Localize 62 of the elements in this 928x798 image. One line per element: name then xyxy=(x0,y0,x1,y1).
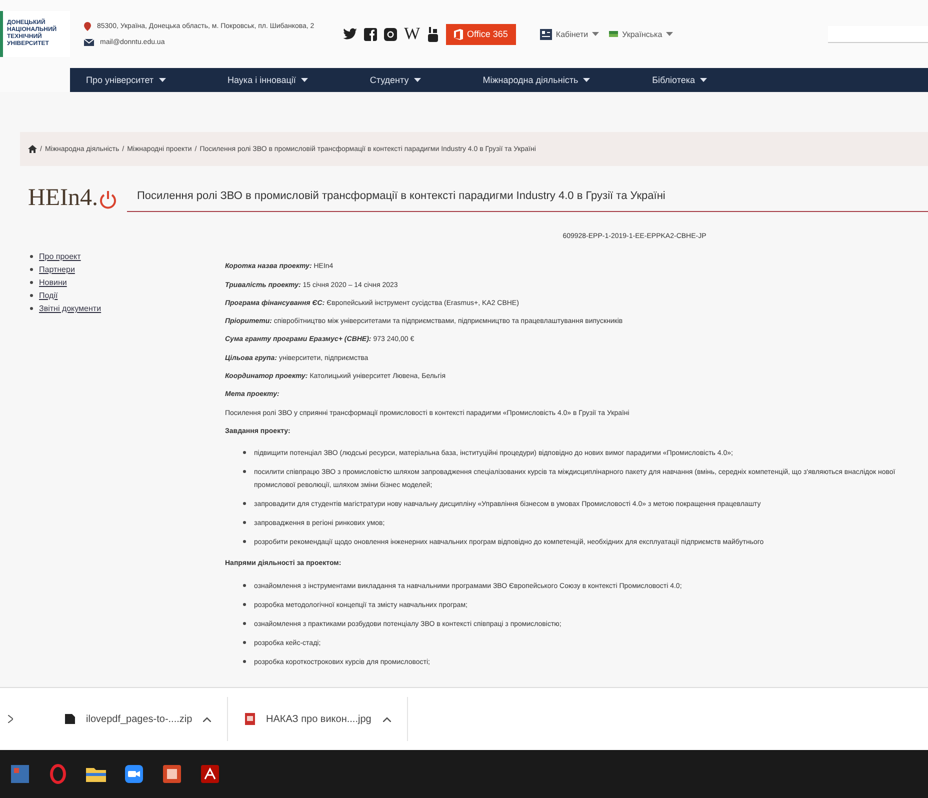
bullet-icon xyxy=(243,660,246,663)
caret-icon xyxy=(592,32,600,36)
download-item[interactable]: ilovepdf_pages-to-....zip xyxy=(48,697,228,741)
bullet-icon xyxy=(30,294,33,297)
caret-icon xyxy=(300,78,308,82)
file-icon xyxy=(64,713,76,725)
envelope-icon xyxy=(84,39,94,46)
instagram-icon[interactable] xyxy=(384,28,397,40)
id-card-icon xyxy=(540,28,552,40)
bullet-icon xyxy=(30,307,33,310)
slides-app-icon[interactable] xyxy=(163,765,181,783)
start-icon[interactable] xyxy=(11,765,29,783)
office-365-button[interactable]: Office 365 xyxy=(446,24,516,44)
home-icon[interactable] xyxy=(28,145,37,153)
bullet-icon xyxy=(30,281,33,284)
nav-menu-item[interactable]: Міжнародна діяльність xyxy=(482,75,590,85)
nav-menu-item[interactable]: Студенту xyxy=(370,75,421,85)
cabinets-menu[interactable]: Кабінети xyxy=(540,28,600,40)
facebook-icon[interactable] xyxy=(364,28,377,40)
power-icon xyxy=(98,188,117,208)
bullet-icon xyxy=(243,451,246,454)
bullet-icon xyxy=(30,255,33,258)
nav-menu-item[interactable]: Бібліотека xyxy=(652,75,708,85)
sidebar-link[interactable]: Про проект xyxy=(39,250,81,263)
caret-icon xyxy=(158,78,166,82)
folder-icon[interactable] xyxy=(86,766,106,782)
bullet-icon xyxy=(243,602,246,606)
bullet-icon xyxy=(243,584,246,587)
bullet-icon xyxy=(243,502,246,506)
bullet-icon xyxy=(30,268,33,271)
language-menu[interactable]: Українська xyxy=(609,30,674,38)
bullet-icon xyxy=(243,622,246,625)
sidebar-link[interactable]: Події xyxy=(39,289,58,302)
flag-icon xyxy=(609,31,618,37)
sidebar-link[interactable]: Звітні документи xyxy=(39,302,102,315)
sidebar-link[interactable]: Партнери xyxy=(39,263,75,276)
download-item[interactable]: НАКАЗ про викон....jpg xyxy=(228,697,408,741)
sidebar-link[interactable]: Новини xyxy=(39,276,67,289)
search-field[interactable] xyxy=(828,26,928,42)
bullet-icon xyxy=(243,640,246,644)
caret-icon xyxy=(583,78,590,82)
chevron-icon[interactable] xyxy=(8,715,13,723)
caret-icon xyxy=(700,78,708,82)
nav-menu-item[interactable]: Про університет xyxy=(86,75,166,85)
nav-menu-item[interactable]: Наука і інновації xyxy=(228,75,308,85)
bullet-icon xyxy=(243,470,246,474)
office-logo-icon xyxy=(454,28,464,40)
caret-icon xyxy=(666,32,674,36)
caret-up-icon xyxy=(383,716,391,722)
wikipedia-link[interactable]: W xyxy=(404,24,420,44)
twitter-bird-icon[interactable] xyxy=(343,28,357,40)
bullet-icon xyxy=(243,540,246,544)
video-camera-icon[interactable] xyxy=(125,765,143,783)
image-file-icon xyxy=(244,712,256,726)
bullet-icon xyxy=(243,521,246,524)
caret-icon xyxy=(414,78,421,82)
caret-up-icon xyxy=(203,716,211,722)
project-logo-text: HEIn4. xyxy=(28,185,98,212)
pdf-app-icon[interactable] xyxy=(201,765,219,783)
location-pin-icon xyxy=(84,22,91,31)
opera-icon[interactable] xyxy=(50,764,66,784)
project-title: Посилення ролі ЗВО в промисловій трансформації в контексті парадигми Industry 4.0 в Грузії та Україні xyxy=(126,190,928,212)
